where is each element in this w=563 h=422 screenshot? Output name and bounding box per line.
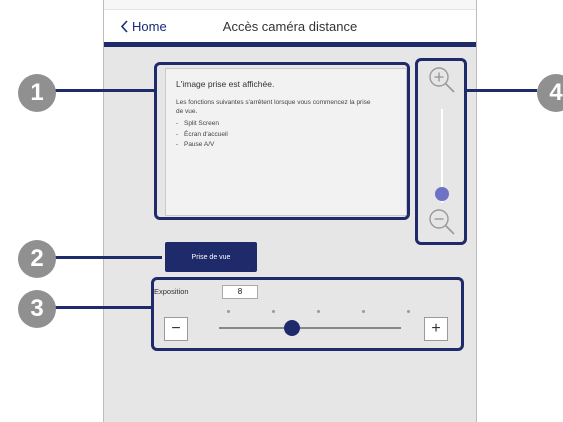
callout-4-frame xyxy=(415,58,467,245)
callout-2-marker: 2 xyxy=(18,240,56,278)
callout-3-line xyxy=(50,306,151,309)
nav-row: Home Accès caméra distance xyxy=(104,14,476,42)
callout-1-line xyxy=(50,89,154,92)
callout-3-marker: 3 xyxy=(18,290,56,328)
status-bar xyxy=(104,0,476,10)
callout-3-frame xyxy=(151,277,464,351)
top-bar: Home Accès caméra distance xyxy=(104,0,476,42)
callout-4-marker: 4 xyxy=(537,74,563,112)
callout-2-line xyxy=(50,256,162,259)
capture-button[interactable]: Prise de vue xyxy=(165,242,257,272)
header-divider xyxy=(104,42,476,47)
callout-1-frame xyxy=(154,62,410,220)
page-title: Accès caméra distance xyxy=(222,19,358,34)
callout-1-marker: 1 xyxy=(18,74,56,112)
callout-4-line xyxy=(467,89,537,92)
